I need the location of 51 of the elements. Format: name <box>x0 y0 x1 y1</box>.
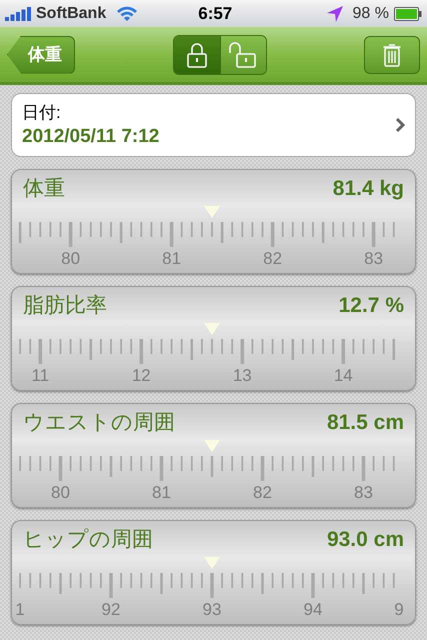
carrier-name: SoftBank <box>36 4 106 24</box>
scale-label: 93 <box>202 600 222 619</box>
scale-label: 83 <box>364 249 384 268</box>
lock-toggle-segment[interactable] <box>220 36 266 74</box>
scale-label: 81 <box>162 249 182 268</box>
measure-reading: 93.0 cm <box>326 527 404 553</box>
scale-label: 92 <box>102 600 120 619</box>
scale-label: 1 <box>15 600 25 619</box>
padlock-icon <box>186 42 206 68</box>
scale-label: 14 <box>334 366 353 385</box>
scale-label: 9 <box>394 600 404 619</box>
trash-icon <box>383 42 401 66</box>
scale-label: 12 <box>132 366 151 385</box>
scale-label: 94 <box>304 600 322 619</box>
lock-toggle-segment[interactable] <box>174 36 220 74</box>
chevron-right-icon <box>395 117 405 133</box>
scale-label: 11 <box>31 366 50 385</box>
pointer-icon <box>204 323 220 335</box>
scale-label: 81 <box>152 483 171 502</box>
scale-label: 83 <box>354 483 373 502</box>
wifi-icon <box>116 6 138 21</box>
scale-label: 80 <box>61 249 80 268</box>
pointer-icon <box>204 440 220 452</box>
clock-time: 6:57 <box>198 2 232 25</box>
scale-label: 82 <box>253 483 272 502</box>
delete-button[interactable] <box>364 36 420 74</box>
measure-reading: 81.5 cm <box>326 410 404 436</box>
location-arrow-icon <box>326 6 343 22</box>
signal-icon <box>5 6 33 20</box>
unlocked-padlock-icon <box>228 42 258 68</box>
date-row[interactable]: 日付: 2012/05/11 7:12 <box>11 93 416 157</box>
measure-title: 体重 <box>23 176 65 202</box>
measure-title: ウエストの周囲 <box>23 410 175 436</box>
pointer-icon <box>204 557 220 569</box>
scale-label: 80 <box>51 483 70 502</box>
ruler-card[interactable]: ヒップの周囲 93.0 cm 1 92 93 94 9 <box>11 520 416 625</box>
pointer-icon <box>204 206 220 218</box>
scale-label: 82 <box>263 249 282 268</box>
measure-title: 脂肪比率 <box>23 293 107 319</box>
scale-label: 13 <box>232 366 252 385</box>
back-button[interactable]: 体重 <box>7 36 75 74</box>
battery-percent: 98 % <box>352 4 389 24</box>
date-label: 日付: <box>22 102 62 124</box>
battery-icon <box>394 6 422 20</box>
ruler-card[interactable]: ウエストの周囲 81.5 cm 80 81 82 83 <box>11 403 416 508</box>
measure-title: ヒップの周囲 <box>23 527 153 553</box>
measure-reading: 81.4 kg <box>332 176 404 202</box>
ruler-card[interactable]: 脂肪比率 12.7 % 11 12 13 14 <box>11 286 416 391</box>
measure-reading: 12.7 % <box>338 293 404 319</box>
date-value: 2012/05/11 7:12 <box>22 125 160 149</box>
ruler-card[interactable]: 体重 81.4 kg 80 81 82 83 <box>11 169 416 274</box>
